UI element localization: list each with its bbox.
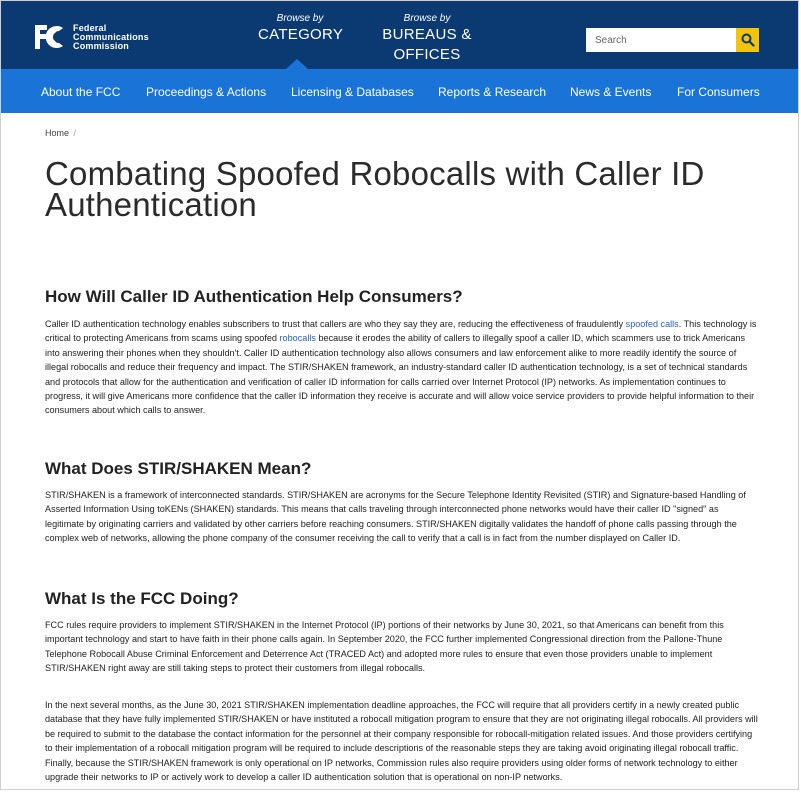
breadcrumb-separator: / [73, 128, 77, 138]
nav-item-reports[interactable]: Reports & Research [438, 85, 546, 99]
paragraph-text: because it erodes the ability of callers… [45, 333, 755, 416]
section-paragraph-stir-shaken: STIR/SHAKEN is a framework of interconne… [45, 490, 746, 544]
breadcrumb: Home / [45, 128, 76, 138]
spoofed-calls-link[interactable]: spoofed calls [626, 319, 679, 329]
browse-by-category[interactable]: Browse by CATEGORY [258, 13, 344, 45]
section-heading-consumers: How Will Caller ID Authentication Help C… [45, 287, 463, 306]
paragraph-text: Caller ID authentication technology enab… [45, 319, 626, 329]
browse-category-label: CATEGORY [258, 26, 344, 43]
nav-item-proceedings[interactable]: Proceedings & Actions [146, 85, 266, 99]
breadcrumb-home[interactable]: Home [45, 128, 69, 138]
section-paragraph-consumers: Caller ID authentication technology enab… [45, 317, 759, 418]
nav-item-licensing[interactable]: Licensing & Databases [291, 85, 414, 99]
browse-bureaus-small: Browse by [403, 13, 451, 24]
search-icon [741, 33, 755, 47]
fcc-logo-icon [35, 25, 63, 49]
page-frame: Federal Communications Commission Browse… [0, 0, 799, 790]
section-heading-fcc-doing: What Is the FCC Doing? [45, 589, 239, 608]
nav-item-consumers[interactable]: For Consumers [677, 85, 760, 99]
page-title: Combating Spoofed Robocalls with Caller … [45, 155, 705, 223]
top-header: Federal Communications Commission Browse… [1, 1, 798, 69]
nav-item-about[interactable]: About the FCC [41, 85, 120, 99]
robocalls-link[interactable]: robocalls [280, 333, 316, 343]
logo-line-3: Commission [73, 40, 130, 51]
section-paragraph-fcc-doing-1: FCC rules require providers to implement… [45, 620, 724, 674]
nav-item-news[interactable]: News & Events [570, 85, 651, 99]
browse-by-bureaus[interactable]: Browse by BUREAUS & OFFICES [362, 13, 492, 65]
browse-bureaus-label: BUREAUS & OFFICES [382, 26, 472, 63]
section-paragraph-fcc-doing-2: In the next several months, as the June … [45, 700, 758, 783]
fcc-logo[interactable]: Federal Communications Commission [32, 23, 149, 51]
search-input[interactable] [586, 28, 736, 52]
section-heading-stir-shaken: What Does STIR/SHAKEN Mean? [45, 459, 312, 478]
active-indicator-caret [286, 59, 308, 69]
search-button[interactable] [736, 28, 759, 52]
browse-category-small: Browse by [276, 13, 324, 24]
logo-text: Federal Communications Commission [73, 23, 149, 51]
search-box [586, 28, 759, 52]
